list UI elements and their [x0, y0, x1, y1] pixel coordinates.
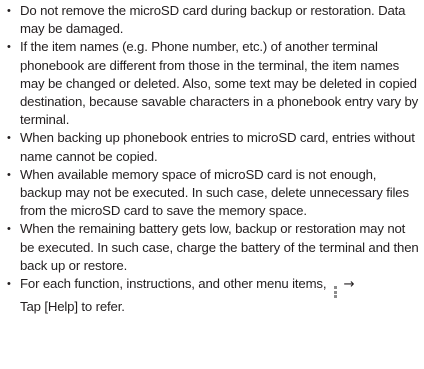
note-text: When the remaining battery gets low, bac…	[20, 221, 419, 273]
note-text-continued: Tap [Help] to refer.	[20, 299, 125, 315]
note-text: Do not remove the microSD card during ba…	[20, 3, 406, 37]
bullet-icon: •	[7, 5, 11, 17]
list-item: • For each function, instructions, and o…	[6, 275, 420, 316]
list-item: • When available memory space of microSD…	[6, 166, 420, 221]
list-item: • Do not remove the microSD card during …	[6, 2, 420, 38]
bullet-icon: •	[7, 41, 11, 54]
notes-page: • Do not remove the microSD card during …	[0, 0, 424, 369]
bullet-icon: •	[7, 132, 11, 145]
note-text: When backing up phonebook entries to mic…	[20, 130, 415, 164]
bullet-icon: •	[7, 278, 11, 291]
note-text: If the item names (e.g. Phone number, et…	[20, 39, 419, 128]
bullet-icon: •	[7, 168, 11, 181]
arrow-icon: →	[343, 277, 355, 293]
note-text: For each function, instructions, and oth…	[20, 276, 327, 292]
list-item: • When the remaining battery gets low, b…	[6, 220, 420, 275]
vertical-ellipsis-menu-icon	[334, 286, 338, 299]
list-item: • When backing up phonebook entries to m…	[6, 129, 420, 165]
notes-list: • Do not remove the microSD card during …	[6, 2, 420, 316]
bullet-icon: •	[7, 223, 11, 236]
note-text: When available memory space of microSD c…	[20, 166, 409, 219]
list-item: • If the item names (e.g. Phone number, …	[6, 38, 420, 129]
